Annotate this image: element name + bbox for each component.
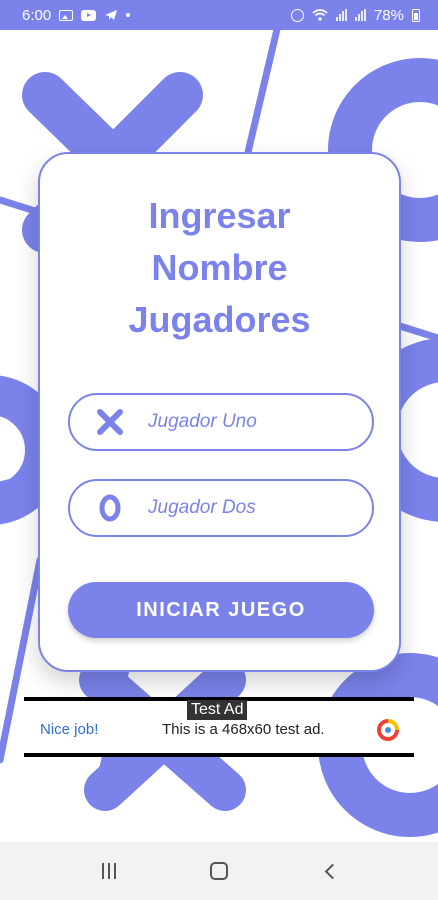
title-line-3: Jugadores [128,299,311,340]
o-icon [92,490,128,526]
signal-icon [335,9,347,21]
admob-logo-icon [377,719,399,741]
x-icon [92,404,128,440]
back-button[interactable] [309,851,349,891]
wifi-icon [312,9,328,21]
status-right: 78% [290,6,420,24]
player-one-field[interactable] [68,393,374,451]
recent-apps-icon [102,863,116,879]
player-name-card: Ingresar Nombre Jugadores INICIAR JUEGO [38,152,401,672]
navigation-bar [0,842,438,900]
battery-icon [412,8,420,22]
dot-icon [126,13,131,17]
youtube-icon [81,9,97,21]
page-title: Ingresar Nombre Jugadores [40,190,399,346]
player-two-input[interactable] [148,497,348,519]
test-ad-label: Test Ad [187,700,248,720]
home-icon [210,862,228,880]
player-one-input[interactable] [148,411,348,433]
title-line-2: Nombre [151,247,288,288]
screen: 6:00 78% Ingresar Nombre Jugadores Jugad… [0,0,438,900]
status-left: 6:00 [22,6,131,24]
status-bar: 6:00 78% [0,0,438,30]
battery-percent: 78% [373,6,404,24]
home-button[interactable] [199,851,239,891]
ad-nice-text: Nice job! [40,721,99,738]
status-time: 6:00 [22,6,52,24]
player-two-field[interactable] [68,479,374,537]
ad-description: This is a 468x60 test ad. [162,721,325,738]
back-icon [324,863,340,879]
signal-icon-2 [354,9,366,21]
alarm-icon [290,8,304,22]
title-line-1: Ingresar [148,195,291,236]
recent-apps-button[interactable] [89,851,129,891]
telegram-icon [105,10,118,20]
start-game-button[interactable]: INICIAR JUEGO [68,582,374,638]
gallery-icon [59,9,74,21]
